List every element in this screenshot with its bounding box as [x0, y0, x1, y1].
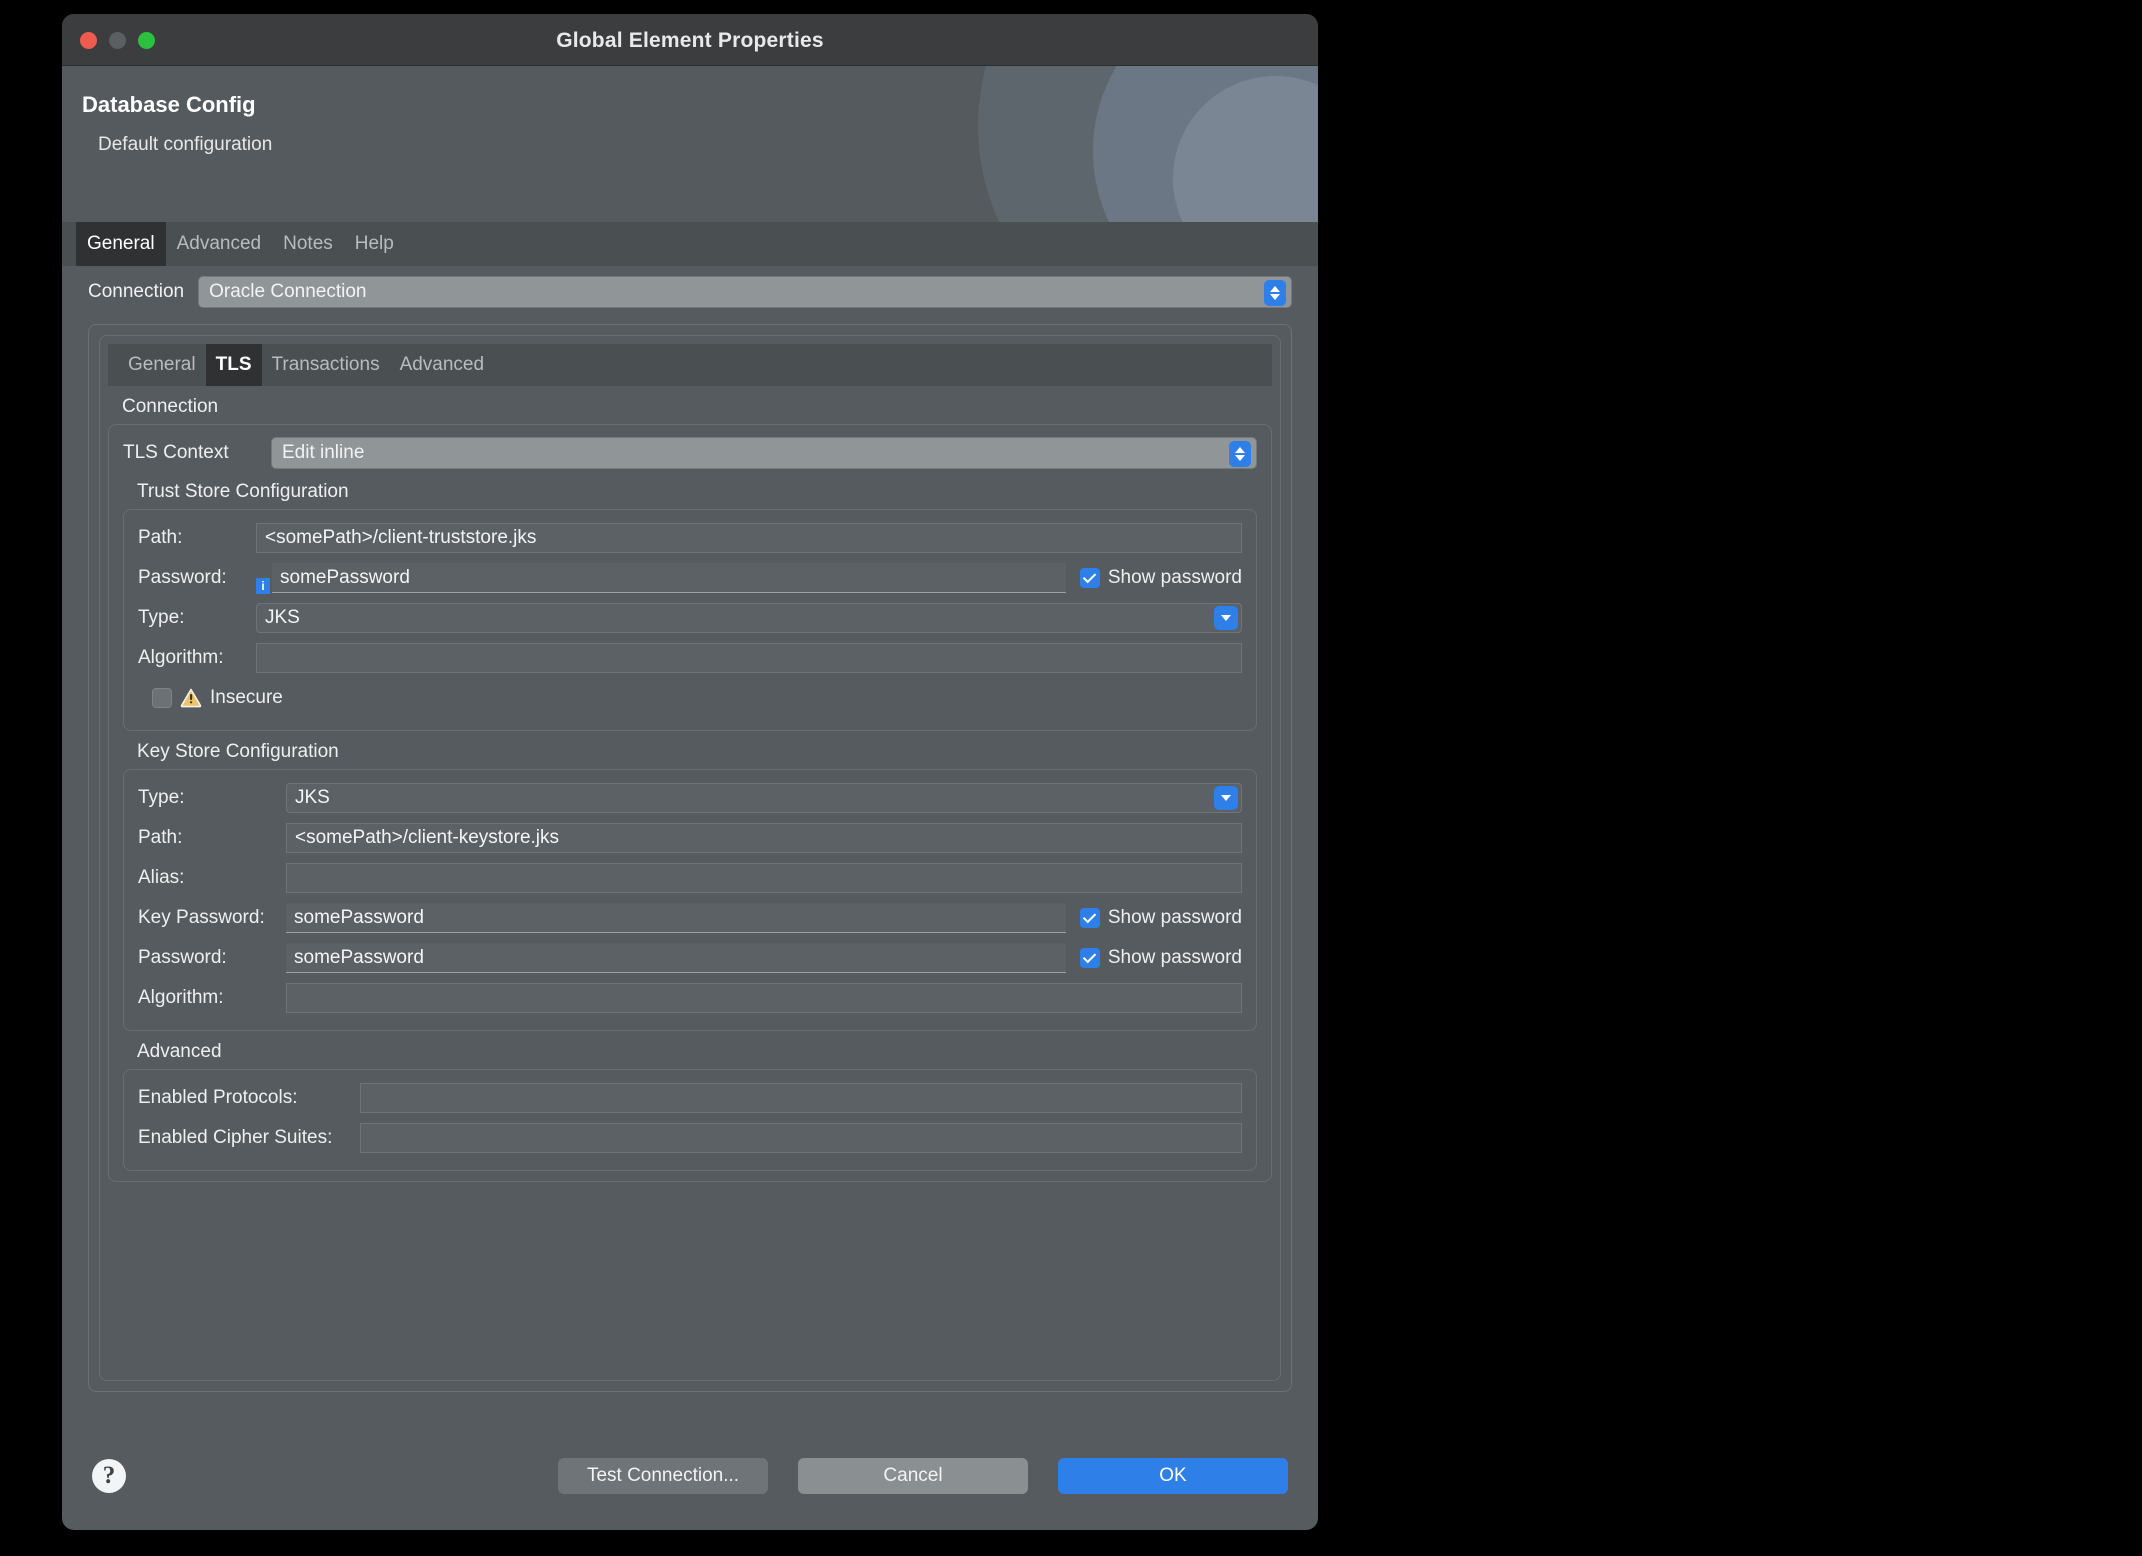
keystore-alias-row: Alias: — [138, 860, 1242, 896]
tls-context-select[interactable]: Edit inline — [271, 437, 1257, 469]
truststore-algorithm-row: Algorithm: — [138, 640, 1242, 676]
keystore-path-label: Path: — [138, 827, 183, 848]
global-element-properties-dialog: Global Element Properties Database Confi… — [62, 14, 1318, 1530]
tls-settings-inner: General TLS Transactions Advanced Connec… — [99, 335, 1281, 1381]
connection-group-title: Connection — [122, 396, 219, 417]
enabled-protocols-input[interactable] — [360, 1083, 1242, 1113]
trust-store-title: Trust Store Configuration — [137, 481, 349, 502]
page-title: Database Config — [82, 92, 256, 117]
trust-store-body: Path: <somePath>/client-truststore.jks P… — [123, 509, 1257, 731]
tls-settings-panel: General TLS Transactions Advanced Connec… — [88, 324, 1292, 1392]
keystore-type-row: Type: JKS — [138, 780, 1242, 816]
advanced-body: Enabled Protocols: Enabled Cipher Suites… — [123, 1069, 1257, 1171]
enabled-protocols-label: Enabled Protocols: — [138, 1087, 298, 1108]
truststore-show-password[interactable]: Show password — [1079, 567, 1242, 589]
page-subtitle: Default configuration — [98, 134, 273, 155]
enabled-cipher-suites-row: Enabled Cipher Suites: — [138, 1120, 1242, 1156]
truststore-type-label: Type: — [138, 607, 185, 628]
advanced-title: Advanced — [137, 1041, 222, 1062]
truststore-password-label: Password: — [138, 567, 227, 588]
truststore-show-password-label: Show password — [1107, 567, 1242, 588]
truststore-type-value: JKS — [265, 607, 300, 628]
truststore-type-select[interactable]: JKS — [256, 603, 1242, 633]
truststore-path-label: Path: — [138, 527, 183, 548]
chevron-down-icon[interactable] — [1214, 606, 1238, 630]
keystore-alias-input[interactable] — [286, 863, 1242, 893]
key-store-body: Type: JKS Path: <somePath>/client-keysto… — [123, 769, 1257, 1031]
checkbox-checked-icon[interactable] — [1079, 908, 1100, 928]
tab-notes[interactable]: Notes — [272, 222, 344, 266]
keystore-key-show-password-label: Show password — [1107, 907, 1242, 928]
window-title: Global Element Properties — [556, 29, 824, 52]
keystore-show-password[interactable]: Show password — [1079, 947, 1242, 969]
dialog-footer: ? Test Connection... Cancel OK — [62, 1422, 1318, 1530]
advanced-group: Advanced Enabled Protocols: Enabled Ciph… — [123, 1041, 1257, 1171]
window-titlebar: Global Element Properties — [62, 14, 1318, 66]
trust-store-group: Trust Store Configuration Path: <somePat… — [123, 481, 1257, 731]
keystore-algorithm-input[interactable] — [286, 983, 1242, 1013]
inner-tab-bar: General TLS Transactions Advanced — [108, 344, 1272, 386]
enabled-protocols-row: Enabled Protocols: — [138, 1080, 1242, 1116]
chevron-down-icon[interactable] — [1214, 786, 1238, 810]
truststore-password-input[interactable]: somePassword — [272, 563, 1066, 593]
connection-row: Connection Oracle Connection — [62, 266, 1318, 318]
truststore-algorithm-input[interactable] — [256, 643, 1242, 673]
truststore-password-row: Password: i somePassword Show password — [138, 560, 1242, 596]
keystore-show-password-label: Show password — [1107, 947, 1242, 968]
insecure-label: Insecure — [210, 687, 283, 708]
test-connection-button[interactable]: Test Connection... — [558, 1458, 768, 1494]
tab-help[interactable]: Help — [344, 222, 405, 266]
connection-label: Connection — [88, 281, 185, 302]
tls-context-label: TLS Context — [123, 442, 229, 463]
key-store-group: Key Store Configuration Type: JKS Path: … — [123, 741, 1257, 1031]
tab-advanced[interactable]: Advanced — [166, 222, 273, 266]
checkbox-checked-icon[interactable] — [1079, 948, 1100, 968]
truststore-path-input[interactable]: <somePath>/client-truststore.jks — [256, 523, 1242, 553]
truststore-type-row: Type: JKS — [138, 600, 1242, 636]
keystore-key-password-label: Key Password: — [138, 907, 265, 928]
keystore-key-password-input[interactable]: somePassword — [286, 903, 1066, 933]
keystore-type-label: Type: — [138, 787, 185, 808]
checkbox-unchecked-icon[interactable] — [152, 688, 172, 708]
keystore-algorithm-label: Algorithm: — [138, 987, 224, 1008]
inner-tab-general[interactable]: General — [118, 344, 206, 386]
dialog-header: Database Config Default configuration — [62, 66, 1318, 222]
keystore-password-label: Password: — [138, 947, 227, 968]
keystore-type-value: JKS — [295, 787, 330, 808]
truststore-insecure-row: Insecure — [138, 680, 1242, 716]
keystore-password-row: Password: somePassword Show password — [138, 940, 1242, 976]
warning-triangle-icon — [180, 688, 202, 708]
tab-general[interactable]: General — [76, 222, 166, 266]
ok-button[interactable]: OK — [1058, 1458, 1288, 1494]
keystore-key-show-password[interactable]: Show password — [1079, 907, 1242, 929]
key-store-title: Key Store Configuration — [137, 741, 339, 762]
checkbox-checked-icon[interactable] — [1079, 568, 1100, 588]
connection-select-value: Oracle Connection — [209, 281, 367, 302]
keystore-algorithm-row: Algorithm: — [138, 980, 1242, 1016]
info-icon[interactable]: i — [256, 578, 270, 594]
truststore-algorithm-label: Algorithm: — [138, 647, 224, 668]
keystore-alias-label: Alias: — [138, 867, 185, 888]
chevron-updown-icon[interactable] — [1264, 280, 1286, 306]
inner-tab-advanced[interactable]: Advanced — [390, 344, 495, 386]
cancel-button[interactable]: Cancel — [798, 1458, 1028, 1494]
keystore-key-password-row: Key Password: somePassword Show password — [138, 900, 1242, 936]
outer-tab-bar: General Advanced Notes Help — [62, 222, 1318, 266]
inner-tab-transactions[interactable]: Transactions — [262, 344, 390, 386]
enabled-cipher-suites-input[interactable] — [360, 1123, 1242, 1153]
connection-group-body: TLS Context Edit inline Trust Store Conf… — [108, 424, 1272, 1182]
tls-context-value: Edit inline — [282, 442, 365, 463]
truststore-path-row: Path: <somePath>/client-truststore.jks — [138, 520, 1242, 556]
chevron-updown-icon[interactable] — [1229, 441, 1251, 467]
enabled-cipher-suites-label: Enabled Cipher Suites: — [138, 1127, 333, 1148]
keystore-type-select[interactable]: JKS — [286, 783, 1242, 813]
inner-tab-tls[interactable]: TLS — [205, 344, 262, 386]
keystore-path-row: Path: <somePath>/client-keystore.jks — [138, 820, 1242, 856]
connection-group: Connection TLS Context Edit inline Trust… — [108, 396, 1272, 1182]
keystore-password-input[interactable]: somePassword — [286, 943, 1066, 973]
keystore-path-input[interactable]: <somePath>/client-keystore.jks — [286, 823, 1242, 853]
connection-select[interactable]: Oracle Connection — [198, 276, 1292, 308]
tls-context-row: TLS Context Edit inline — [123, 435, 1257, 471]
help-icon[interactable]: ? — [92, 1459, 126, 1493]
